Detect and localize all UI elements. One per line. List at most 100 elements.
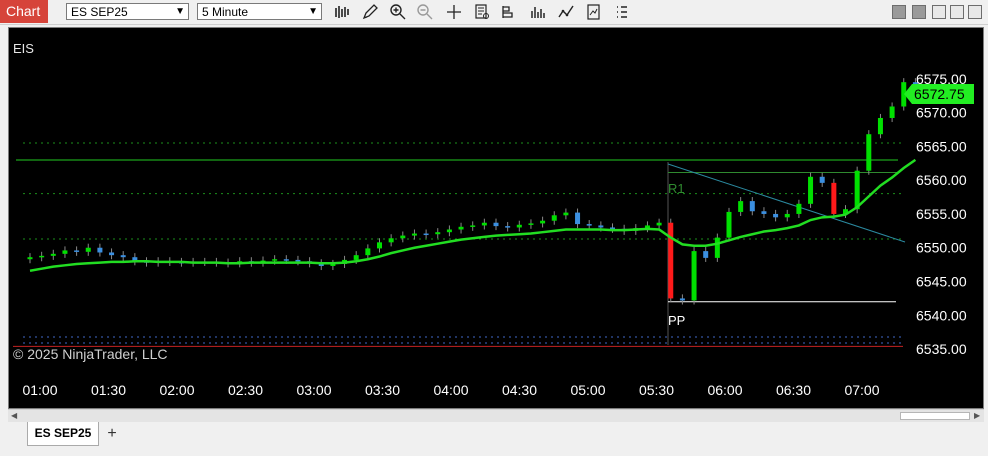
maximize-button[interactable]: [950, 5, 964, 19]
instrument-value: ES SEP25: [71, 5, 128, 19]
candle-body: [808, 176, 814, 204]
candle-body: [120, 255, 126, 258]
candle-body: [470, 225, 476, 227]
properties-icon[interactable]: [500, 3, 518, 21]
price-tick-label: 6545.00: [916, 274, 967, 290]
candle-body: [691, 251, 697, 301]
minimize-window-button[interactable]: [932, 5, 946, 19]
candle-body: [516, 224, 522, 228]
pp-label: PP: [668, 313, 685, 328]
interval-selector[interactable]: 5 Minute ▼: [197, 3, 322, 20]
moving-average-line: [29, 158, 917, 272]
strategies-icon[interactable]: [557, 3, 575, 21]
add-tab-icon[interactable]: +: [103, 426, 121, 444]
candle-body: [796, 203, 802, 214]
candle-body: [866, 134, 872, 171]
instrument-selector[interactable]: ES SEP25 ▼: [66, 3, 189, 20]
candle-body: [272, 259, 278, 261]
candle-body: [586, 224, 592, 226]
crosshair-icon[interactable]: [445, 3, 463, 21]
candle-body: [656, 222, 662, 226]
candle-body: [598, 225, 604, 228]
tab-bar: ES SEP25 +: [0, 422, 988, 456]
time-tick-label: 05:00: [570, 382, 605, 398]
time-tick-label: 03:00: [296, 382, 331, 398]
candle-body: [749, 201, 755, 212]
trend-line: [667, 163, 906, 243]
candle-body: [39, 255, 45, 258]
data-box-icon[interactable]: [473, 3, 491, 21]
candle-body: [109, 252, 115, 256]
scrollbar-thumb[interactable]: [900, 412, 970, 420]
zoom-in-icon[interactable]: [389, 3, 407, 21]
candle-body: [761, 211, 767, 214]
minimize-button[interactable]: [892, 5, 906, 19]
price-tick-label: 6565.00: [916, 138, 967, 154]
candle-body: [62, 250, 68, 254]
time-tick-label: 02:00: [159, 382, 194, 398]
candle-body: [854, 170, 860, 210]
bars-type-icon[interactable]: [333, 3, 351, 21]
time-tick-label: 06:30: [776, 382, 811, 398]
time-tick-label: 03:30: [365, 382, 400, 398]
last-price-label: 6572.75: [914, 86, 965, 102]
candle-body: [74, 250, 80, 252]
price-tick-label: 6555.00: [916, 206, 967, 222]
candle-body: [411, 233, 417, 236]
scroll-right-icon[interactable]: ▶: [974, 411, 980, 420]
time-tick-label: 01:00: [22, 382, 57, 398]
time-tick-label: 06:00: [707, 382, 742, 398]
candle-body: [481, 222, 487, 226]
candle-body: [50, 253, 56, 256]
candle-body: [679, 298, 685, 301]
r1-label: R1: [668, 181, 685, 196]
candle-body: [714, 237, 720, 258]
candle-body: [551, 215, 557, 221]
candle-body: [458, 226, 464, 230]
candle-body: [831, 182, 837, 214]
symbol-label: EIS: [13, 41, 34, 56]
draw-pencil-icon[interactable]: [361, 3, 379, 21]
candle-body: [446, 229, 452, 233]
time-tick-label: 05:30: [639, 382, 674, 398]
interval-value: 5 Minute: [202, 5, 249, 19]
time-tick-label: 07:00: [844, 382, 879, 398]
candle-body: [295, 259, 301, 262]
price-tick-label: 6535.00: [916, 341, 967, 357]
price-tick-label: 6570.00: [916, 105, 967, 121]
candle-body: [773, 213, 779, 218]
menu-icon[interactable]: [613, 3, 631, 21]
zoom-out-icon[interactable]: [416, 3, 434, 21]
candle-body: [353, 255, 359, 260]
restore-button[interactable]: [912, 5, 926, 19]
candle-body: [610, 227, 615, 229]
candle-body: [85, 247, 91, 252]
indicators-icon[interactable]: [529, 3, 547, 21]
candle-body: [889, 106, 895, 118]
chart-toolbar: Chart ES SEP25 ▼ 5 Minute ▼: [0, 0, 988, 25]
candle-body: [877, 117, 883, 135]
candle-body: [97, 247, 103, 253]
chart-menu-button[interactable]: Chart: [0, 0, 48, 23]
tab-es-sep25[interactable]: ES SEP25: [27, 422, 99, 446]
candle-body: [365, 248, 371, 256]
candle-body: [423, 233, 429, 236]
templates-icon[interactable]: [585, 3, 603, 21]
time-tick-label: 01:30: [91, 382, 126, 398]
candle-body: [400, 235, 406, 239]
price-chart[interactable]: EIS © 2025 NinjaTrader, LLC R1 PP 6575.0…: [8, 27, 984, 409]
time-tick-label: 02:30: [228, 382, 263, 398]
time-tick-label: 04:00: [433, 382, 468, 398]
candle-body: [668, 222, 674, 299]
candle-body: [505, 226, 511, 228]
candle-body: [27, 257, 33, 260]
price-tick-label: 6550.00: [916, 240, 967, 256]
horizontal-scrollbar[interactable]: ◀ ▶: [8, 409, 984, 422]
close-button[interactable]: [968, 5, 982, 19]
candle-body: [784, 213, 790, 218]
copyright-text: © 2025 NinjaTrader, LLC: [13, 346, 168, 362]
scroll-left-icon[interactable]: ◀: [11, 411, 17, 420]
candle-body: [493, 222, 499, 227]
candle-body: [377, 242, 382, 249]
price-tick-label: 6540.00: [916, 307, 967, 323]
